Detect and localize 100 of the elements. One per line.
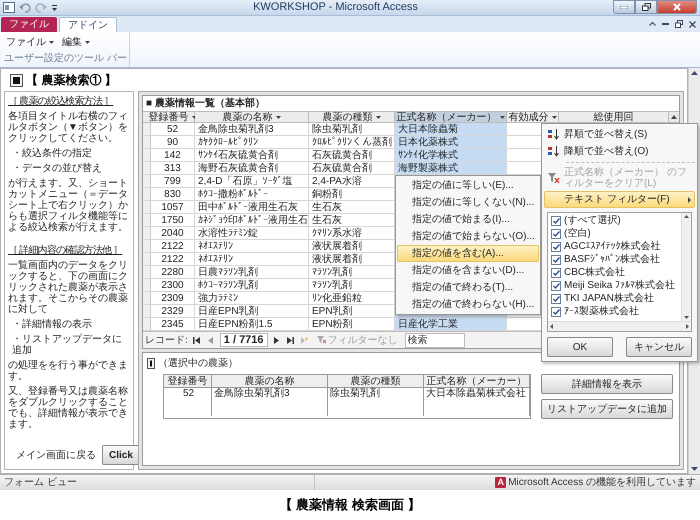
action-button[interactable]: 詳細情報を表示 bbox=[541, 374, 673, 394]
option-label[interactable]: BASFｼﾞｬﾊﾟﾝ株式会社 bbox=[564, 252, 660, 267]
checkbox[interactable] bbox=[551, 254, 561, 264]
checkbox[interactable] bbox=[551, 268, 561, 278]
table-cell: ﾎｸｺｰ撒粉ﾎﾞﾙﾄﾞｰ bbox=[195, 188, 309, 200]
restore-button[interactable] bbox=[635, 0, 657, 14]
table-cell: 除虫菊乳剤 bbox=[328, 388, 424, 416]
dialog-button[interactable]: キャンセル bbox=[626, 337, 692, 357]
table-cell: 2,4-D「石原」ｿｰﾀﾞ塩 bbox=[195, 175, 309, 187]
help-paragraph: 一覧画面内のデータをクリックすると、下の画面にクリックされた農薬が表示されます。そこからその農薬に対して bbox=[8, 260, 129, 315]
search-field[interactable]: 検索 bbox=[404, 332, 465, 348]
option-label[interactable]: Meiji Seika ﾌｧﾙﾏ株式会社 bbox=[564, 278, 676, 293]
option-label[interactable]: CBC株式会社 bbox=[564, 265, 626, 280]
row-selector[interactable] bbox=[143, 279, 151, 291]
option-label[interactable]: (空白) bbox=[564, 226, 591, 241]
column-header[interactable]: 有効成分 bbox=[507, 112, 559, 122]
table-cell: 水溶性ﾗﾃﾐﾝ錠 bbox=[195, 227, 309, 239]
first-record-icon bbox=[193, 336, 200, 344]
row-selector[interactable] bbox=[143, 149, 151, 161]
sort-descending-icon bbox=[548, 146, 560, 157]
scroll-down-icon bbox=[684, 316, 689, 319]
first-record-button[interactable] bbox=[192, 334, 202, 346]
column-header[interactable]: 登録番号 bbox=[151, 112, 195, 122]
sort-ascending-icon bbox=[548, 129, 560, 140]
row-selector[interactable] bbox=[143, 188, 151, 200]
menu-item[interactable]: テキスト フィルター(F) bbox=[544, 191, 695, 208]
table-cell: 2309 bbox=[151, 292, 195, 304]
help-paragraph: 各項目タイトル右横のフィルタボタン（▼ボタン）をクリックしてください。 bbox=[8, 111, 129, 144]
ribbon-tab[interactable]: アドイン bbox=[59, 17, 117, 32]
checkbox[interactable] bbox=[551, 242, 561, 252]
caret-icon bbox=[49, 41, 54, 44]
menu-item[interactable]: 指定の値を含む(A)... bbox=[397, 245, 539, 262]
row-selector[interactable] bbox=[143, 227, 151, 239]
row-selector[interactable] bbox=[143, 240, 151, 252]
table-cell: 田中ﾎﾞﾙﾄﾞｰ液用生石灰 bbox=[195, 201, 309, 213]
row-selector[interactable] bbox=[143, 253, 151, 265]
checkbox[interactable] bbox=[551, 216, 561, 226]
column-header[interactable]: 正式名称（メーカー） bbox=[395, 112, 507, 122]
click-button[interactable]: Click bbox=[102, 445, 140, 465]
option-label[interactable]: TKI JAPAN株式会社 bbox=[564, 291, 654, 306]
box-icon bbox=[10, 74, 23, 86]
column-header: 農薬の種類 bbox=[328, 375, 424, 387]
minimize-button[interactable] bbox=[613, 0, 635, 14]
ribbon-tab[interactable]: ファイル bbox=[1, 17, 57, 32]
menu-button[interactable]: 編集 bbox=[60, 35, 92, 50]
restore-icon bbox=[642, 3, 650, 11]
menu-item[interactable]: 指定の値を含まない(D)... bbox=[397, 262, 539, 279]
menu-item[interactable]: 指定の値に等しい(E)... bbox=[397, 177, 539, 194]
help-paragraph: が行えます。又、ショートカットメニュー（＝データシート上で右クリック）からも選択フィルタ機能等による絞込検索が行えます。 bbox=[8, 178, 129, 233]
menu-item[interactable]: 降順で並べ替え(O) bbox=[544, 143, 695, 160]
row-selector[interactable] bbox=[143, 136, 151, 148]
list-item: ・リストアップデータに追加 bbox=[11, 334, 123, 356]
option-label[interactable]: (すべて選択) bbox=[564, 213, 621, 228]
row-selector[interactable] bbox=[143, 292, 151, 304]
table-cell: ﾈｵｴｽﾃﾘﾝ bbox=[195, 253, 309, 265]
row-selector[interactable] bbox=[143, 305, 151, 317]
redo-icon bbox=[35, 2, 47, 12]
menu-item[interactable]: 指定の値で終わらない(H)... bbox=[397, 296, 539, 313]
action-button[interactable]: リストアップデータに追加 bbox=[541, 399, 673, 419]
close-icon bbox=[689, 20, 696, 28]
checkbox[interactable] bbox=[551, 294, 561, 304]
status-text: フォーム ビュー bbox=[4, 476, 77, 490]
record-number-field[interactable]: 1 / 7716 bbox=[220, 333, 268, 347]
row-selector[interactable] bbox=[143, 123, 151, 135]
caret-icon bbox=[376, 116, 380, 118]
submenu-arrow-icon bbox=[688, 196, 691, 202]
dialog-button[interactable]: OK bbox=[547, 337, 613, 357]
column-header[interactable]: 農薬の名称 bbox=[195, 112, 309, 122]
menu-button[interactable]: ファイル bbox=[4, 35, 56, 50]
menu-item[interactable]: 指定の値で始まる(I)... bbox=[397, 211, 539, 228]
table-cell: ｶﾔｸｸﾛｰﾙﾋﾟｸﾘﾝ bbox=[195, 136, 309, 148]
option-label[interactable]: AGCｴｽｱｲﾃｯｸ株式会社 bbox=[564, 239, 661, 254]
menu-item[interactable]: 昇順で並べ替え(S) bbox=[544, 126, 695, 143]
option-label[interactable]: ｱｰｽ製薬株式会社 bbox=[564, 304, 639, 319]
subform-title: ■ 農薬情報一覧（基本部） bbox=[145, 96, 266, 111]
previous-record-icon bbox=[207, 336, 214, 344]
row-selector[interactable] bbox=[143, 214, 151, 226]
checkbox[interactable] bbox=[551, 306, 561, 316]
last-record-button[interactable] bbox=[286, 334, 296, 346]
checkbox[interactable] bbox=[551, 228, 561, 238]
caret-icon bbox=[276, 116, 280, 118]
column-header: 農薬の名称 bbox=[212, 375, 328, 387]
row-selector[interactable] bbox=[143, 162, 151, 174]
menu-item[interactable]: 指定の値で始まらない(O)... bbox=[397, 228, 539, 245]
row-selector[interactable] bbox=[143, 266, 151, 278]
menu-item[interactable]: 指定の値に等しくない(N)... bbox=[397, 194, 539, 211]
record-icon bbox=[147, 358, 155, 369]
form-title: 【 農薬検索① 】 bbox=[26, 72, 117, 89]
menu-item[interactable]: 指定の値で終わる(T)... bbox=[397, 279, 539, 296]
status-text: Microsoft Access の機能を利用しています bbox=[508, 476, 696, 490]
table-cell: 2329 bbox=[151, 305, 195, 317]
close-button[interactable] bbox=[657, 0, 697, 14]
undo-icon bbox=[19, 2, 31, 12]
row-selector[interactable] bbox=[143, 175, 151, 187]
table-cell: 金鳥除虫菊乳剤3 bbox=[195, 123, 309, 135]
row-selector[interactable] bbox=[143, 201, 151, 213]
table-cell: 2345 bbox=[151, 318, 195, 330]
minimize-icon bbox=[662, 22, 669, 26]
row-selector[interactable] bbox=[143, 318, 151, 330]
checkbox[interactable] bbox=[551, 280, 561, 290]
